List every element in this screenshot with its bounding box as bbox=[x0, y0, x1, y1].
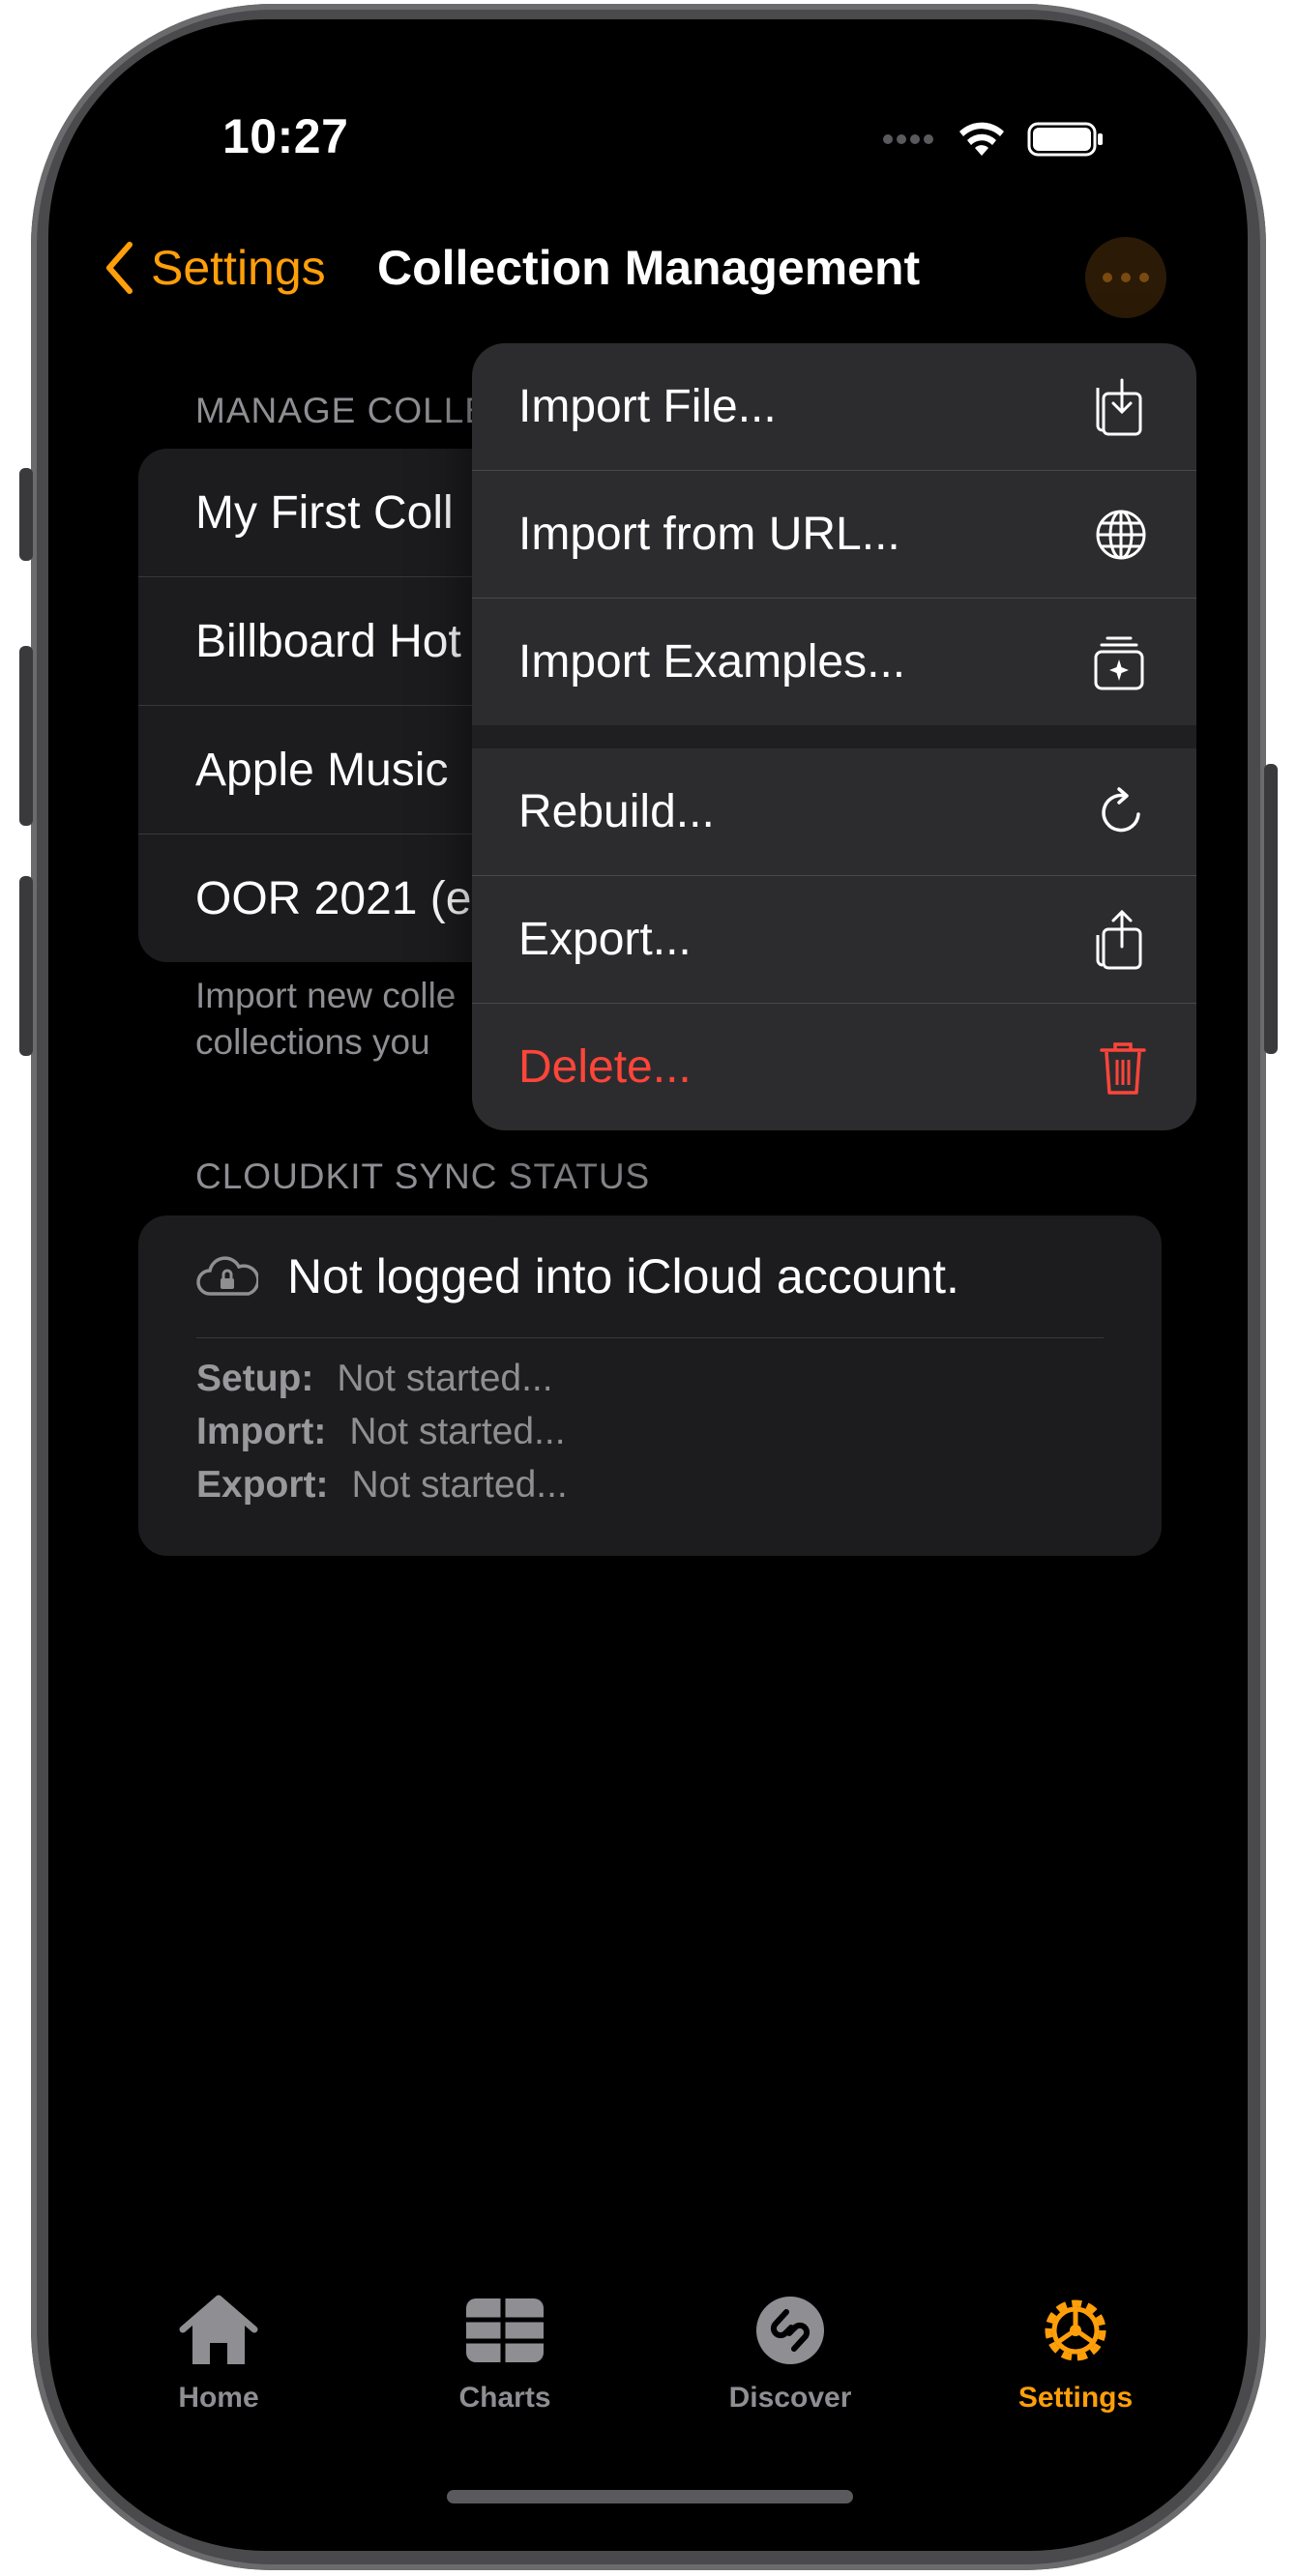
cloudkit-header: CLOUDKIT SYNC STATUS bbox=[195, 1156, 651, 1196]
import-file-icon bbox=[1096, 378, 1142, 435]
tab-label: Discover bbox=[728, 2382, 852, 2414]
home-indicator[interactable] bbox=[447, 2490, 853, 2503]
back-button[interactable]: Settings bbox=[104, 240, 326, 296]
import-status: Import: Not started... bbox=[196, 1410, 566, 1452]
charts-grid-icon bbox=[466, 2298, 544, 2362]
manage-collections-header: MANAGE COLLE bbox=[195, 391, 489, 430]
battery-icon bbox=[1027, 122, 1103, 157]
globe-icon bbox=[1096, 510, 1146, 559]
page-title: Collection Management bbox=[377, 241, 921, 295]
cellular-signal-icon bbox=[883, 134, 933, 144]
back-label: Settings bbox=[151, 241, 326, 295]
menu-item-import-url[interactable]: Import from URL... bbox=[472, 471, 1196, 599]
share-icon bbox=[1096, 909, 1142, 969]
menu-item-delete[interactable]: Delete... bbox=[472, 1004, 1196, 1130]
icloud-status: Not logged into iCloud account. bbox=[138, 1215, 1162, 1337]
menu-item-import-file[interactable]: Import File... bbox=[472, 343, 1196, 471]
house-icon bbox=[179, 2295, 258, 2364]
volume-up-button bbox=[19, 646, 33, 826]
tab-discover[interactable]: Discover bbox=[693, 2287, 887, 2415]
menu-item-import-examples[interactable]: Import Examples... bbox=[472, 599, 1196, 725]
tab-home[interactable]: Home bbox=[122, 2287, 315, 2415]
locked-cloud-icon bbox=[196, 1256, 258, 1296]
export-status: Export: Not started... bbox=[196, 1463, 568, 1506]
trash-icon bbox=[1100, 1041, 1146, 1095]
volume-down-button bbox=[19, 876, 33, 1056]
examples-icon bbox=[1094, 636, 1144, 689]
tab-charts[interactable]: Charts bbox=[408, 2287, 602, 2415]
menu-separator bbox=[472, 725, 1196, 748]
chevron-left-icon bbox=[106, 242, 133, 294]
context-menu: Import File... Import from URL... Import… bbox=[472, 343, 1196, 1130]
status-icons bbox=[882, 120, 1105, 159]
wifi-icon bbox=[959, 122, 1004, 156]
screen: 10:27 Settings Collection Management MAN… bbox=[48, 19, 1248, 2551]
tab-settings[interactable]: Settings bbox=[979, 2287, 1172, 2415]
cloudkit-card: Not logged into iCloud account. Setup: No… bbox=[138, 1215, 1162, 1556]
status-time: 10:27 bbox=[222, 109, 349, 163]
icloud-status-text: Not logged into iCloud account. bbox=[287, 1249, 959, 1303]
more-button[interactable] bbox=[1085, 237, 1166, 318]
tab-label: Home bbox=[178, 2382, 259, 2414]
setup-status: Setup: Not started... bbox=[196, 1357, 553, 1399]
collections-footer: Import new colle collections you bbox=[195, 976, 457, 1062]
tab-label: Charts bbox=[458, 2382, 551, 2414]
shazam-icon bbox=[756, 2297, 824, 2364]
ellipsis-icon bbox=[1103, 273, 1149, 282]
tab-label: Settings bbox=[1017, 2382, 1134, 2414]
power-button bbox=[1264, 764, 1278, 1054]
gear-icon bbox=[1045, 2299, 1106, 2361]
menu-item-rebuild[interactable]: Rebuild... bbox=[472, 748, 1196, 876]
action-button bbox=[19, 468, 33, 561]
menu-item-export[interactable]: Export... bbox=[472, 876, 1196, 1004]
rebuild-icon bbox=[1102, 786, 1140, 832]
